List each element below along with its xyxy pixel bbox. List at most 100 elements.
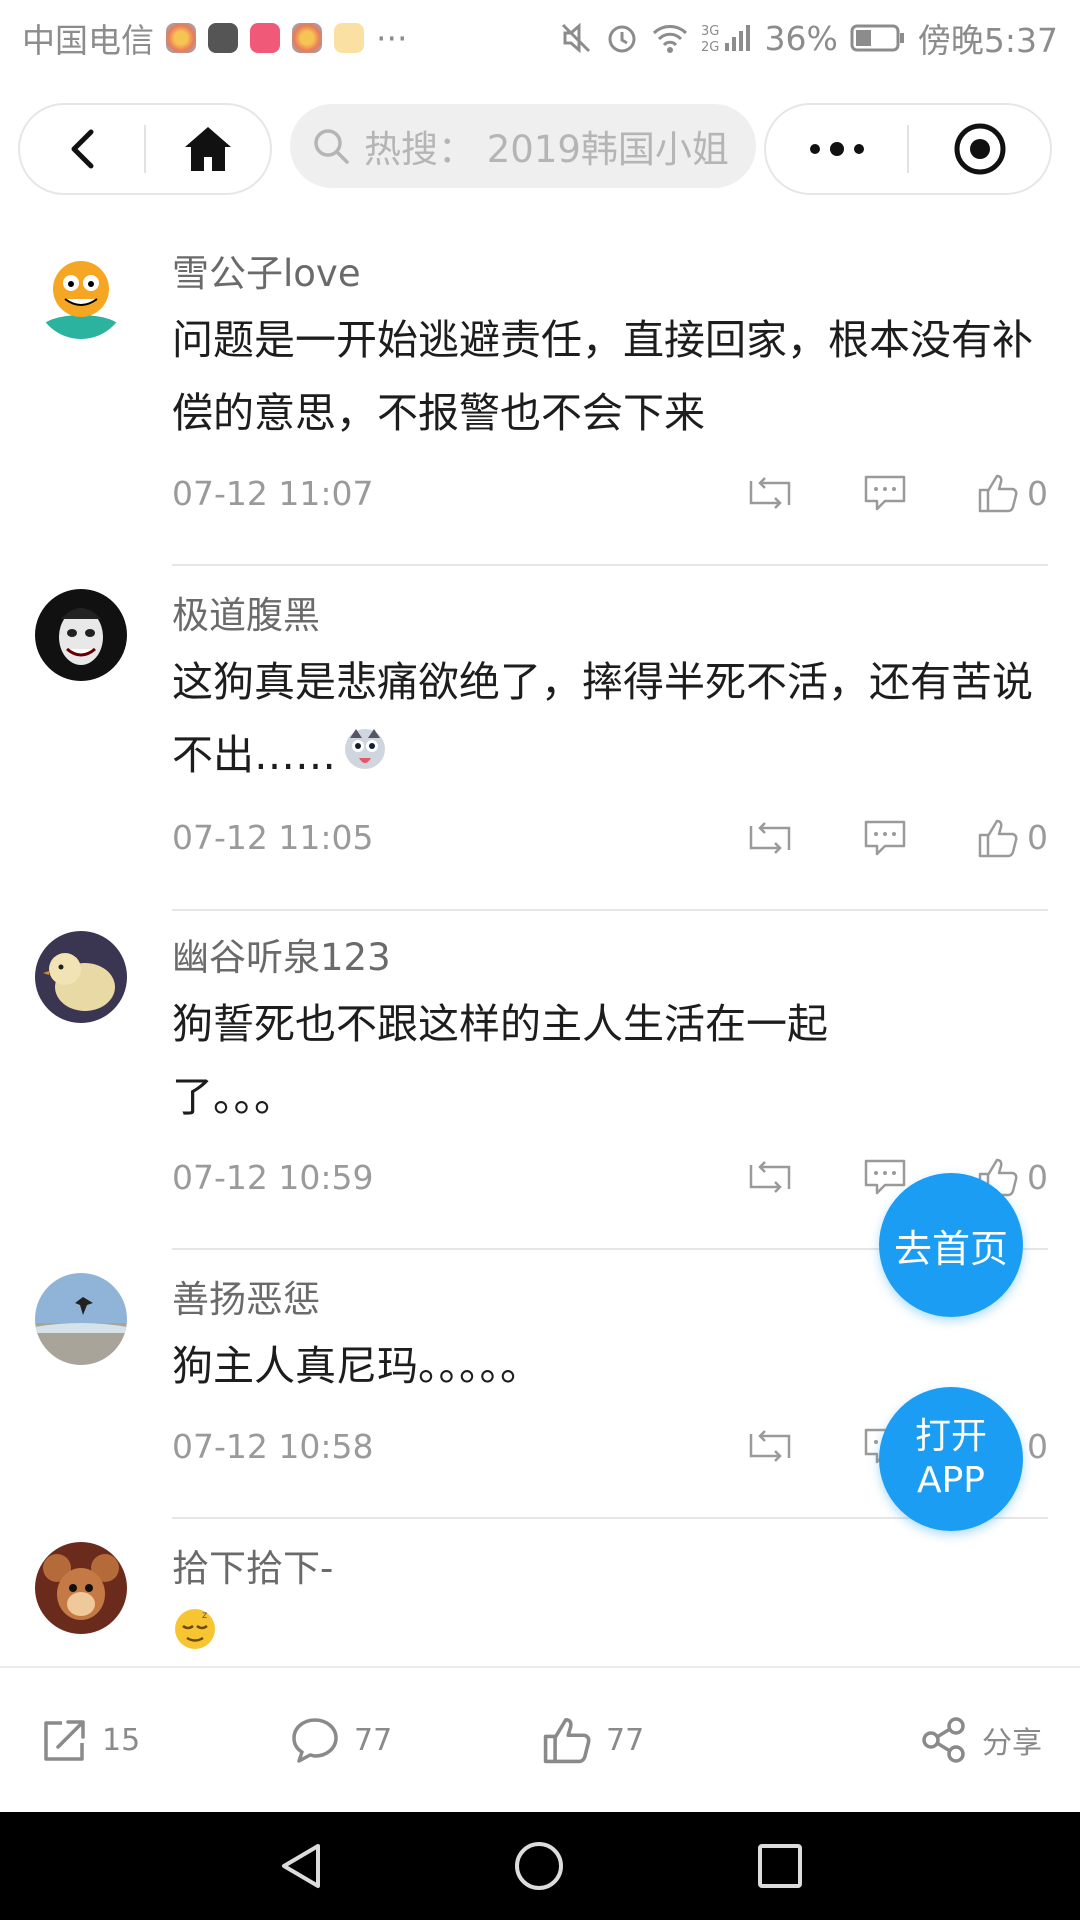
search-placeholder: 热搜： 2019韩国小姐 (364, 128, 729, 171)
svg-text:3G: 3G (701, 24, 719, 39)
husky-emoji (342, 722, 388, 795)
more-button[interactable] (766, 105, 907, 193)
comment-text-wrap: z (172, 1599, 1048, 1675)
capsule-menu (764, 103, 1052, 195)
joker-avatar[interactable] (35, 589, 127, 681)
search-icon (314, 129, 349, 164)
repost-button[interactable] (747, 475, 793, 511)
reply-button[interactable] (863, 1158, 907, 1196)
go-home-button[interactable]: 去首页 (879, 1173, 1023, 1317)
like-button[interactable]: 0 (977, 472, 1048, 514)
comment-divider (172, 564, 1048, 566)
svg-text:z: z (202, 1610, 207, 1621)
like-total: 77 (606, 1722, 645, 1758)
chick-avatar[interactable] (35, 931, 127, 1023)
repost-button[interactable] (747, 820, 793, 856)
battery-percent: 36% (764, 18, 838, 58)
comment-item: 极道腹黑 这狗真是悲痛欲绝了，摔得半死不活，还有苦说不出…… 07-12 11:… (0, 572, 1080, 914)
like-count: 0 (1027, 818, 1048, 857)
mute-icon (559, 21, 593, 55)
repost-icon (749, 821, 791, 854)
wifi-icon (651, 22, 689, 54)
comment-time: 07-12 11:05 (172, 818, 374, 857)
circle-home-icon (515, 1842, 563, 1890)
share-label: 分享 (982, 1726, 1042, 1761)
garfield-avatar[interactable] (35, 247, 127, 339)
comment-username[interactable]: 极道腹黑 (172, 592, 1048, 640)
close-miniprogram-button[interactable] (909, 105, 1050, 193)
comment-text-wrap: 这狗真是悲痛欲绝了，摔得半死不活，还有苦说不出…… (172, 646, 1048, 795)
comment-divider (172, 908, 1048, 911)
comment-username[interactable]: 雪公子love (172, 250, 1048, 298)
system-navigation-bar (0, 1812, 1080, 1920)
comment-time: 07-12 10:59 (172, 1157, 374, 1197)
share-icon (922, 1717, 965, 1763)
system-home-button[interactable] (513, 1840, 565, 1896)
signal-icon: 3G 2G (701, 21, 753, 55)
comment-time: 07-12 10:58 (172, 1426, 374, 1466)
go-home-label: 去首页 (893, 1226, 1008, 1271)
system-back-button[interactable] (276, 1840, 328, 1896)
comment-username[interactable]: 拾下拾下- (172, 1545, 1048, 1593)
comment-icon (292, 1718, 338, 1763)
weibo-app-icon (166, 23, 196, 53)
back-button[interactable] (20, 105, 144, 193)
sleepy-face-emoji: z (172, 1602, 218, 1675)
red-app-icon (250, 23, 280, 53)
like-count: 0 (1027, 473, 1048, 513)
reply-button[interactable] (863, 819, 907, 857)
more-notifications-icon: ··· (376, 18, 408, 58)
triangle-back-icon (282, 1844, 320, 1888)
more-dots-icon (809, 142, 864, 156)
comment-bubble-icon (864, 1159, 906, 1195)
reply-button[interactable] (863, 474, 907, 512)
open-app-label-line2: APP (916, 1460, 986, 1501)
jerry-avatar[interactable] (35, 1542, 127, 1634)
beach-avatar[interactable] (35, 1273, 127, 1365)
like-toolbar-button[interactable]: 77 (542, 1715, 644, 1765)
open-app-button[interactable]: 打开 APP (879, 1387, 1023, 1531)
comment-bubble-icon (864, 820, 906, 855)
repost-button[interactable] (747, 1428, 793, 1464)
like-count: 0 (1027, 1157, 1048, 1197)
like-count: 0 (1027, 1426, 1048, 1466)
home-button[interactable] (146, 105, 270, 193)
square-recents-icon (758, 1844, 802, 1888)
clock: 傍晚5:37 (917, 21, 1058, 60)
repost-count: 15 (102, 1722, 141, 1758)
comment-item: 雪公子love 问题是一开始逃避责任，直接回家，根本没有补偿的意思，不报警也不会… (0, 230, 1080, 572)
open-app-label-line1: 打开 (914, 1416, 987, 1457)
carrier-label: 中国电信 (22, 21, 154, 60)
comment-text: 狗主人真尼玛。。。。。 (172, 1342, 541, 1390)
alarm-icon (605, 21, 639, 55)
sina-weibo-icon (334, 23, 364, 53)
target-icon (954, 123, 1005, 175)
thumbs-up-icon (978, 819, 1018, 857)
like-button[interactable]: 0 (977, 817, 1048, 859)
comment-text: 狗誓死也不跟这样的主人生活在一起了。。。 (172, 1000, 828, 1121)
thumbs-up-icon (978, 474, 1018, 513)
repost-icon (749, 1161, 791, 1193)
repost-icon (749, 1430, 791, 1462)
douyin-app-icon (208, 23, 238, 53)
repost-icon (749, 477, 791, 509)
repost-button[interactable] (747, 1159, 793, 1195)
home-icon (185, 127, 231, 171)
thumbs-up-icon (543, 1717, 591, 1764)
comment-username[interactable]: 幽谷听泉123 (172, 934, 1048, 982)
repost-toolbar-button[interactable]: 15 (42, 1717, 140, 1763)
comment-time: 07-12 11:07 (172, 473, 374, 513)
search-input[interactable]: 热搜： 2019韩国小姐 (290, 104, 756, 188)
share-button[interactable]: 分享 (920, 1716, 1042, 1764)
system-recents-button[interactable] (754, 1840, 806, 1896)
chevron-left-icon (71, 129, 94, 169)
comment-text: 这狗真是悲痛欲绝了，摔得半死不活，还有苦说不出…… (172, 658, 1033, 779)
weibo-app-icon-2 (292, 23, 322, 53)
comment-text: 问题是一开始逃避责任，直接回家，根本没有补偿的意思，不报警也不会下来 (172, 316, 1033, 437)
comment-bubble-icon (864, 475, 906, 511)
battery-icon (850, 23, 906, 53)
comment-toolbar-button[interactable]: 77 (290, 1716, 392, 1764)
top-navigation: 热搜： 2019韩国小姐 (0, 98, 1080, 198)
bottom-toolbar: 15 77 77 分享 (0, 1666, 1080, 1812)
nav-pill (18, 103, 272, 195)
